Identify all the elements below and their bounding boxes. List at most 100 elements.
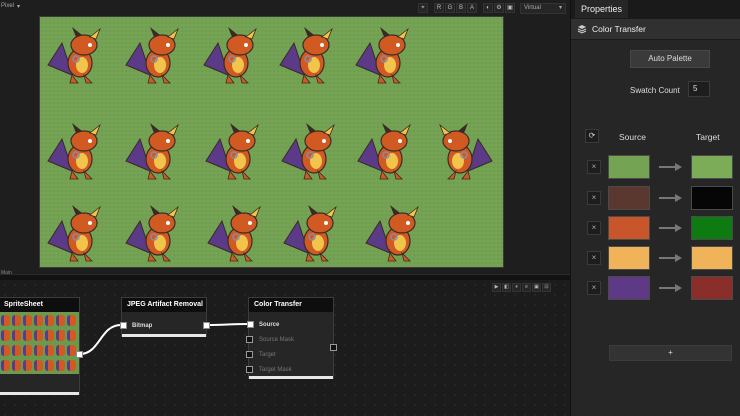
properties-tabbar: Properties: [571, 0, 740, 18]
sprite-frame: [124, 203, 186, 263]
input-port-target-mask[interactable]: [246, 366, 253, 373]
swatch-row: ×: [585, 155, 740, 179]
source-swatch[interactable]: [608, 246, 650, 270]
sprite-frame: [354, 25, 416, 85]
thumbnail-frame: [34, 345, 43, 356]
target-swatch[interactable]: [691, 155, 733, 179]
sprite-frame: [202, 25, 264, 85]
node-spritesheet[interactable]: SpriteSheet: [0, 297, 83, 395]
viewport-topbar: Pixel ▾ ⌖ R G B A ◐ ⚙ ▣ Virtual ▾: [0, 0, 570, 14]
list-button[interactable]: ≡: [522, 283, 531, 292]
node-preview-thumbnail: [0, 312, 79, 374]
contrast-button[interactable]: ◐: [483, 3, 493, 13]
section-header-color-transfer[interactable]: Color Transfer: [571, 18, 740, 40]
add-swatch-button[interactable]: +: [609, 345, 732, 361]
thumbnail-frame: [45, 330, 54, 341]
auto-palette-button[interactable]: Auto Palette: [630, 50, 710, 68]
channel-g-button[interactable]: G: [445, 3, 455, 13]
thumbnail-frame: [45, 360, 54, 371]
thumbnail-frame: [56, 360, 65, 371]
thumbnail-frame: [12, 330, 21, 341]
pause-button[interactable]: ⏸: [512, 283, 521, 292]
node-jpeg-artifact-removal[interactable]: JPEG Artifact Removal Bitmap: [120, 297, 210, 337]
sprite-frame: [124, 25, 186, 85]
target-swatch[interactable]: [691, 216, 733, 240]
swatch-row: ×: [585, 186, 740, 210]
arrow-right-icon: [659, 254, 682, 262]
zoom-select[interactable]: Virtual ▾: [520, 2, 566, 14]
source-swatch[interactable]: [608, 186, 650, 210]
target-swatch[interactable]: [691, 276, 733, 300]
pane-label: Main: [1, 270, 12, 276]
source-swatch[interactable]: [608, 155, 650, 179]
sprite-frame: [46, 203, 108, 263]
thumbnail-frame: [56, 315, 65, 326]
output-port[interactable]: [76, 351, 83, 358]
viewport-menu[interactable]: Pixel ▾: [0, 1, 32, 11]
thumbnail-frame: [45, 315, 54, 326]
input-port-source[interactable]: [247, 321, 254, 328]
thumbnail-frame: [34, 330, 43, 341]
settings-button[interactable]: ⚙: [494, 3, 504, 13]
thumbnail-frame: [23, 345, 32, 356]
thumbnail-frame: [56, 345, 65, 356]
source-swatch[interactable]: [608, 276, 650, 300]
thumbnail-frame: [1, 330, 10, 341]
section-title: Color Transfer: [592, 24, 646, 34]
node-title: SpriteSheet: [0, 298, 79, 312]
layers-icon: [577, 25, 587, 34]
sprite-canvas[interactable]: [39, 16, 504, 268]
sprite-frame: [282, 203, 344, 263]
input-port-source-mask[interactable]: [246, 336, 253, 343]
play-button[interactable]: ▶: [492, 283, 501, 292]
fit-button[interactable]: ▣: [505, 3, 515, 13]
node-color-transfer[interactable]: Color Transfer Source Source Mask Target…: [246, 297, 337, 379]
port-label-source: Source: [259, 322, 280, 328]
properties-body: Auto Palette Swatch Count 5 ⟳ Source Tar…: [571, 40, 740, 416]
input-port-target[interactable]: [246, 351, 253, 358]
split-button[interactable]: ◧: [502, 283, 511, 292]
thumbnail-frame: [12, 345, 21, 356]
input-port[interactable]: [120, 322, 127, 329]
channel-b-button[interactable]: B: [456, 3, 466, 13]
thumbnail-frame: [56, 330, 65, 341]
refresh-icon[interactable]: ⟳: [585, 129, 599, 143]
tab-properties[interactable]: Properties: [575, 0, 629, 18]
port-label-bitmap: Bitmap: [132, 323, 153, 329]
arrow-right-icon: [659, 194, 682, 202]
crosshair-button[interactable]: ⌖: [418, 3, 428, 13]
zoom-value: Virtual: [524, 4, 541, 11]
arrow-right-icon: [659, 163, 682, 171]
sprite-frame: [204, 121, 266, 181]
thumbnail-frame: [34, 315, 43, 326]
sprite-frame: [356, 121, 418, 181]
remove-swatch-button[interactable]: ×: [587, 160, 601, 174]
remove-swatch-button[interactable]: ×: [587, 251, 601, 265]
remove-swatch-button[interactable]: ×: [587, 281, 601, 295]
viewport-toolbar: ⌖ R G B A ◐ ⚙ ▣ Virtual ▾: [418, 2, 566, 14]
target-swatch[interactable]: [691, 186, 733, 210]
thumbnail-frame: [67, 345, 76, 356]
swatch-row: ×: [585, 246, 740, 270]
port-label-target-mask: Target Mask: [259, 367, 292, 373]
channel-r-button[interactable]: R: [434, 3, 444, 13]
remove-swatch-button[interactable]: ×: [587, 191, 601, 205]
thumbnail-frame: [23, 360, 32, 371]
output-port[interactable]: [330, 344, 337, 351]
swatch-count-input[interactable]: 5: [688, 81, 710, 97]
image-viewport: Pixel ▾ ⌖ R G B A ◐ ⚙ ▣ Virtual ▾: [0, 0, 570, 278]
target-swatch[interactable]: [691, 246, 733, 270]
channel-a-button[interactable]: A: [467, 3, 477, 13]
swatch-row: ×: [585, 216, 740, 240]
swatch-count-label: Swatch Count: [630, 86, 680, 95]
fit-graph-button[interactable]: ⊡: [542, 283, 551, 292]
sprite-frame: [364, 203, 426, 263]
sprite-frame: [46, 121, 108, 181]
source-swatch[interactable]: [608, 216, 650, 240]
output-port[interactable]: [203, 322, 210, 329]
frame-button[interactable]: ▣: [532, 283, 541, 292]
remove-swatch-button[interactable]: ×: [587, 221, 601, 235]
target-column-header: Target: [696, 132, 720, 142]
chevron-down-icon: ▾: [558, 4, 562, 11]
arrow-right-icon: [659, 224, 682, 232]
